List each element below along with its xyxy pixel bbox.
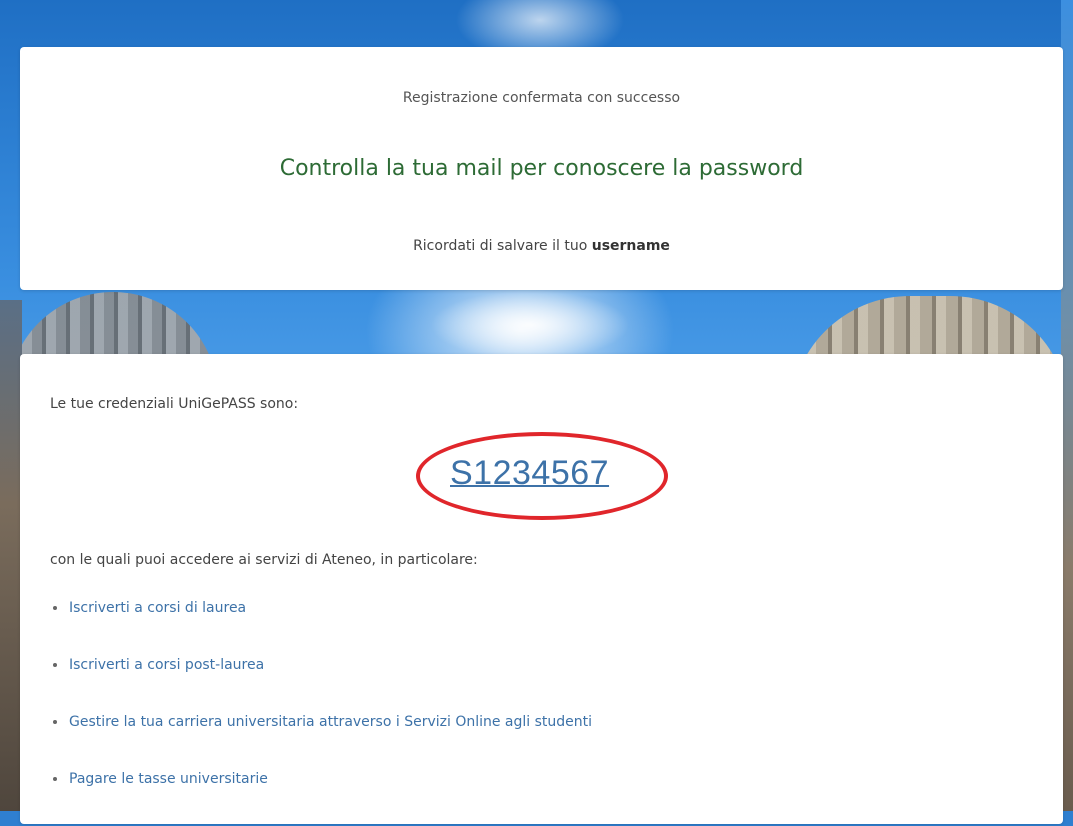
confirmation-status: Registrazione confermata con successo (402, 90, 681, 106)
service-link-pay-fees[interactable]: Pagare le tasse universitarie (69, 771, 268, 787)
list-item: Iscriverti a corsi post-laurea (50, 655, 592, 675)
service-link-student-career[interactable]: Gestire la tua carriera universitaria at… (69, 714, 592, 730)
list-item: Iscriverti a corsi di laurea (50, 598, 592, 618)
reminder-username-label: username (591, 238, 670, 254)
services-intro: con le quali puoi accedere ai servizi di… (50, 552, 478, 568)
list-item: Pagare le tasse universitarie (50, 769, 592, 789)
username-reminder: Ricordati di salvare il tuo username (20, 238, 1063, 254)
credentials-intro: Le tue credenziali UniGePASS sono: (50, 396, 299, 412)
bullet-icon (53, 663, 57, 667)
service-link-enroll-postgrad[interactable]: Iscriverti a corsi post-laurea (69, 657, 264, 673)
credentials-card: Le tue credenziali UniGePASS sono: S1234… (20, 354, 1063, 824)
username-link[interactable]: S1234567 (450, 454, 609, 493)
page-title: Controlla la tua mail per conoscere la p… (279, 156, 804, 181)
background-building-left (0, 300, 22, 811)
reminder-text: Ricordati di salvare il tuo (413, 238, 592, 254)
username-highlight: S1234567 (416, 432, 668, 520)
confirmation-card: Registrazione confermata con successo Co… (20, 47, 1063, 290)
bullet-icon (53, 720, 57, 724)
service-link-enroll-degree[interactable]: Iscriverti a corsi di laurea (69, 600, 246, 616)
list-item: Gestire la tua carriera universitaria at… (50, 712, 592, 732)
background-fountain (430, 290, 630, 360)
services-list: Iscriverti a corsi di laurea Iscriverti … (50, 598, 592, 826)
bullet-icon (53, 777, 57, 781)
bullet-icon (53, 606, 57, 610)
